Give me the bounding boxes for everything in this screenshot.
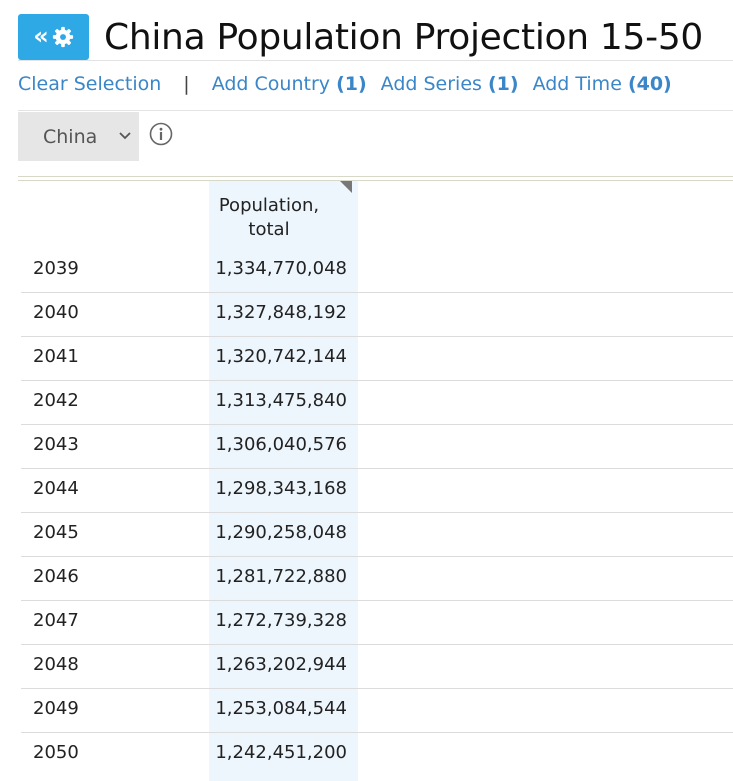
- column-header-population-total[interactable]: Population, total: [209, 194, 329, 242]
- row-year: 2042: [33, 390, 79, 411]
- add-time-count: (40): [627, 73, 672, 95]
- row-year: 2046: [33, 566, 79, 587]
- row-year: 2049: [33, 698, 79, 719]
- table-row: 2039 1,334,770,048: [21, 249, 733, 293]
- row-value: 1,281,722,880: [215, 566, 347, 587]
- double-chevron-left-icon: «: [33, 21, 49, 50]
- page-title: China Population Projection 15-50: [104, 16, 704, 58]
- selection-toolbar: Clear Selection | Add Country (1) Add Se…: [18, 70, 672, 98]
- header-divider: [18, 60, 733, 61]
- add-country-count: (1): [336, 73, 367, 95]
- row-year: 2050: [33, 742, 79, 763]
- add-time-link[interactable]: Add Time (40): [533, 73, 672, 95]
- row-year: 2039: [33, 258, 79, 279]
- table-row: 2045 1,290,258,048: [21, 513, 733, 557]
- row-year: 2043: [33, 434, 79, 455]
- row-value: 1,272,739,328: [215, 610, 347, 631]
- add-series-count: (1): [487, 73, 519, 95]
- column-header-line: Population,: [218, 195, 320, 216]
- row-value: 1,263,202,944: [215, 654, 347, 675]
- row-year: 2040: [33, 302, 79, 323]
- row-value: 1,327,848,192: [215, 302, 347, 323]
- row-year: 2045: [33, 522, 79, 543]
- table-row: 2040 1,327,848,192: [21, 293, 733, 337]
- table-row: 2046 1,281,722,880: [21, 557, 733, 601]
- chevron-down-icon: [119, 132, 131, 140]
- table-row: 2041 1,320,742,144: [21, 337, 733, 381]
- row-value: 1,320,742,144: [215, 346, 347, 367]
- table-row: 2043 1,306,040,576: [21, 425, 733, 469]
- gear-icon: [52, 26, 73, 48]
- row-year: 2048: [33, 654, 79, 675]
- add-country-label: Add Country: [211, 73, 331, 95]
- row-year: 2044: [33, 478, 79, 499]
- toolbar-separator: |: [183, 73, 190, 95]
- row-year: 2041: [33, 346, 79, 367]
- country-select-value: China: [43, 125, 98, 148]
- country-select[interactable]: China: [18, 112, 139, 161]
- table-row: 2049 1,253,084,544: [21, 689, 733, 733]
- add-series-link[interactable]: Add Series (1): [381, 73, 519, 95]
- row-value: 1,253,084,544: [215, 698, 347, 719]
- clear-selection-link[interactable]: Clear Selection: [18, 73, 161, 95]
- collapse-panel-button[interactable]: «: [18, 14, 89, 60]
- row-value: 1,298,343,168: [215, 478, 347, 499]
- table-row: 2048 1,263,202,944: [21, 645, 733, 689]
- page-header: « China Population Projection 15-50: [18, 13, 703, 61]
- row-year: 2047: [33, 610, 79, 631]
- table-row: 2042 1,313,475,840: [21, 381, 733, 425]
- row-value: 1,306,040,576: [215, 434, 347, 455]
- add-time-label: Add Time: [532, 73, 622, 95]
- table-row: 2050 1,242,451,200: [21, 733, 733, 776]
- toolbar-divider: [18, 110, 733, 111]
- row-value: 1,242,451,200: [215, 742, 347, 763]
- column-sort-marker-icon[interactable]: [340, 181, 352, 193]
- row-value: 1,313,475,840: [215, 390, 347, 411]
- column-header-line: total: [248, 219, 290, 240]
- data-table: 2039 1,334,770,048 2040 1,327,848,192 2041…: [21, 249, 733, 776]
- table-row: 2047 1,272,739,328: [21, 601, 733, 645]
- add-series-label: Add Series: [380, 73, 482, 95]
- table-top-border: [18, 176, 733, 181]
- row-value: 1,334,770,048: [215, 258, 347, 279]
- info-icon[interactable]: [149, 122, 173, 146]
- table-row: 2044 1,298,343,168: [21, 469, 733, 513]
- row-value: 1,290,258,048: [215, 522, 347, 543]
- add-country-link[interactable]: Add Country (1): [212, 73, 367, 95]
